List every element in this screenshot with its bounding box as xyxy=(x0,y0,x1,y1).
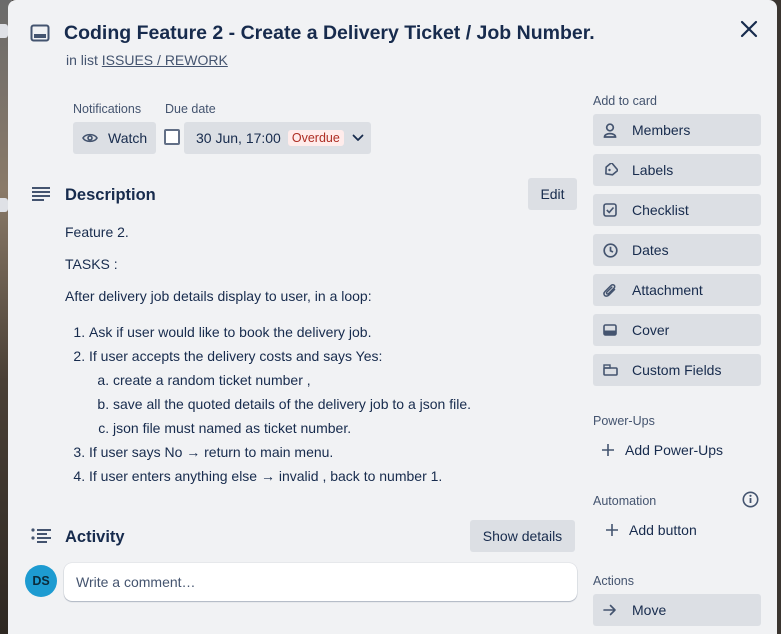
move-label: Move xyxy=(632,602,667,618)
add-button-button[interactable]: Add button xyxy=(605,514,697,546)
arrow-right-icon xyxy=(602,602,618,618)
automation-label: Automation xyxy=(593,494,657,508)
task-item: If user accepts the delivery costs and s… xyxy=(89,344,535,440)
cover-button[interactable]: Cover xyxy=(593,314,761,346)
activity-heading: Activity xyxy=(65,528,125,546)
members-button[interactable]: Members xyxy=(593,114,761,146)
task-item: If user says No → return to main menu. xyxy=(89,440,535,464)
add-to-card-label: Add to card xyxy=(593,94,657,108)
card-icon xyxy=(30,24,50,42)
card-detail-modal: Coding Feature 2 - Create a Delivery Tic… xyxy=(8,0,777,634)
overdue-badge: Overdue xyxy=(287,130,344,146)
labels-label: Labels xyxy=(632,162,674,178)
clock-icon xyxy=(602,242,618,258)
list-reference: in list ISSUES / REWORK xyxy=(66,52,228,68)
subtask-item: save all the quoted details of the deliv… xyxy=(113,392,535,416)
actions-label: Actions xyxy=(593,574,634,588)
close-icon xyxy=(740,20,758,38)
attachment-label: Attachment xyxy=(632,282,703,298)
add-power-ups-button[interactable]: Add Power-Ups xyxy=(601,434,723,466)
paperclip-icon xyxy=(602,282,618,298)
avatar[interactable]: DS xyxy=(25,565,57,597)
cover-icon xyxy=(602,322,618,338)
task-list: Ask if user would like to book the deliv… xyxy=(89,320,535,488)
attachment-button[interactable]: Attachment xyxy=(593,274,761,306)
members-label: Members xyxy=(632,122,691,138)
due-date-value: 30 Jun, 17:00 xyxy=(196,130,281,146)
power-ups-label: Power-Ups xyxy=(593,414,655,428)
subtask-item: create a random ticket number , xyxy=(113,368,535,392)
task-item: If user enters anything else → invalid ,… xyxy=(89,464,535,488)
add-button-label: Add button xyxy=(629,522,697,538)
description-paragraph: After delivery job details display to us… xyxy=(65,288,372,304)
custom-fields-button[interactable]: Custom Fields xyxy=(593,354,761,386)
custom-fields-label: Custom Fields xyxy=(632,362,722,378)
checklist-icon xyxy=(602,202,618,218)
plus-icon xyxy=(606,524,618,536)
custom-fields-icon xyxy=(602,362,618,378)
eye-icon xyxy=(82,133,98,143)
in-list-prefix: in list xyxy=(66,52,98,68)
watch-label: Watch xyxy=(108,130,148,146)
board-card-edge xyxy=(0,24,8,38)
person-icon xyxy=(602,122,618,138)
subtask-item: json file must named as ticket number. xyxy=(113,416,535,440)
description-heading: Description xyxy=(65,186,156,204)
board-card-edge xyxy=(0,198,8,212)
show-details-button[interactable]: Show details xyxy=(470,520,575,552)
chevron-down-icon xyxy=(352,134,364,141)
edit-description-button[interactable]: Edit xyxy=(528,178,577,210)
add-power-ups-label: Add Power-Ups xyxy=(625,442,724,458)
due-date-complete-checkbox[interactable] xyxy=(164,129,180,145)
task-item: Ask if user would like to book the deliv… xyxy=(89,320,535,344)
description-icon xyxy=(32,187,50,201)
subtask-list: create a random ticket number , save all… xyxy=(113,368,535,440)
dates-label: Dates xyxy=(632,242,669,258)
due-date-button[interactable]: 30 Jun, 17:00 Overdue xyxy=(184,122,371,154)
cover-label: Cover xyxy=(632,322,670,338)
plus-icon xyxy=(602,444,614,456)
activity-icon xyxy=(31,528,51,543)
card-title[interactable]: Coding Feature 2 - Create a Delivery Tic… xyxy=(64,22,595,45)
info-icon[interactable] xyxy=(742,491,759,508)
watch-button[interactable]: Watch xyxy=(73,122,156,154)
description-paragraph: TASKS : xyxy=(65,256,118,272)
description-paragraph: Feature 2. xyxy=(65,224,129,240)
dates-button[interactable]: Dates xyxy=(593,234,761,266)
task-item-text: If user accepts the delivery costs and s… xyxy=(89,348,383,364)
description-body[interactable]: Feature 2. TASKS : After delivery job de… xyxy=(65,224,535,488)
due-date-label: Due date xyxy=(165,102,216,116)
close-button[interactable] xyxy=(736,16,762,42)
tag-icon xyxy=(602,162,618,178)
labels-button[interactable]: Labels xyxy=(593,154,761,186)
notifications-label: Notifications xyxy=(73,102,142,116)
checklist-label: Checklist xyxy=(632,202,689,218)
comment-input[interactable] xyxy=(64,563,577,601)
move-button[interactable]: Move xyxy=(593,594,761,626)
checklist-button[interactable]: Checklist xyxy=(593,194,761,226)
list-link[interactable]: ISSUES / REWORK xyxy=(102,52,228,68)
